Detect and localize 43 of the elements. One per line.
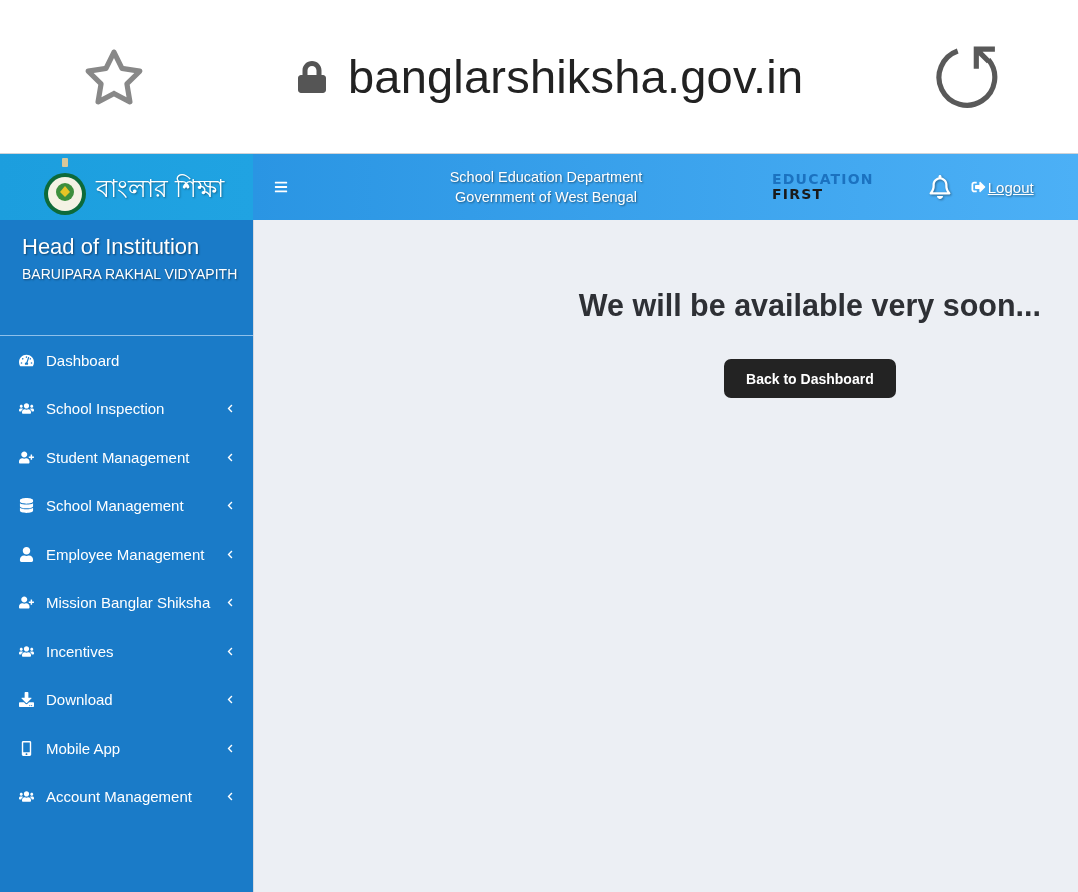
chevron-left-icon <box>227 452 233 462</box>
sidebar-item[interactable]: School Inspection <box>0 384 253 433</box>
menu-icon[interactable] <box>274 180 288 194</box>
sign-out-icon <box>970 180 986 194</box>
sidebar-item[interactable]: Mobile App <box>0 724 253 773</box>
role-title: Head of Institution <box>22 234 201 260</box>
bell-icon[interactable] <box>928 175 951 199</box>
emblem-logo-icon <box>42 157 88 217</box>
chevron-left-icon <box>227 598 233 608</box>
logout-link[interactable]: Logout <box>970 178 1034 196</box>
chevron-left-icon <box>227 743 233 753</box>
sidebar-item[interactable]: Download <box>0 675 253 724</box>
users-icon <box>19 789 37 805</box>
sidebar-item[interactable]: Account Management <box>0 772 253 821</box>
sidebar-item[interactable]: Incentives <box>0 627 253 676</box>
chevron-left-icon <box>227 792 233 802</box>
users-icon <box>19 643 37 659</box>
sidebar-item[interactable]: Mission Banglar Shiksha <box>0 578 253 627</box>
sidebar-item[interactable]: Student Management <box>0 433 253 482</box>
department-text: School Education Department <box>449 168 643 187</box>
chevron-left-icon <box>227 646 233 656</box>
url-text[interactable]: banglarshiksha.gov.in <box>348 49 804 104</box>
sidebar-item[interactable]: School Management <box>0 481 253 530</box>
gauge-icon <box>19 352 37 368</box>
user-plus-icon <box>19 449 37 465</box>
brand-text: EDUCATION <box>772 172 874 187</box>
back-to-dashboard-button[interactable]: Back to Dashboard <box>724 359 896 398</box>
sidebar-item[interactable]: Dashboard <box>0 336 253 385</box>
lock-icon <box>298 58 326 95</box>
school-name: BARUIPARA RAKHAL VIDYAPITH <box>22 265 239 283</box>
download-icon <box>19 692 37 708</box>
logo-text: বাংলার শিক্ষা <box>96 172 224 204</box>
chevron-left-icon <box>227 695 233 705</box>
user-plus-icon <box>19 595 37 611</box>
chevron-left-icon <box>227 549 233 559</box>
sidebar-item[interactable]: Employee Management <box>0 530 253 579</box>
chevron-left-icon <box>227 501 233 511</box>
availability-message: We will be available very soon... <box>578 287 1041 324</box>
users-icon <box>19 401 37 417</box>
reload-icon[interactable] <box>936 45 998 108</box>
brand-text: FIRST <box>772 187 825 202</box>
government-text: Government of West Bengal <box>455 188 637 207</box>
chevron-left-icon <box>227 404 233 414</box>
